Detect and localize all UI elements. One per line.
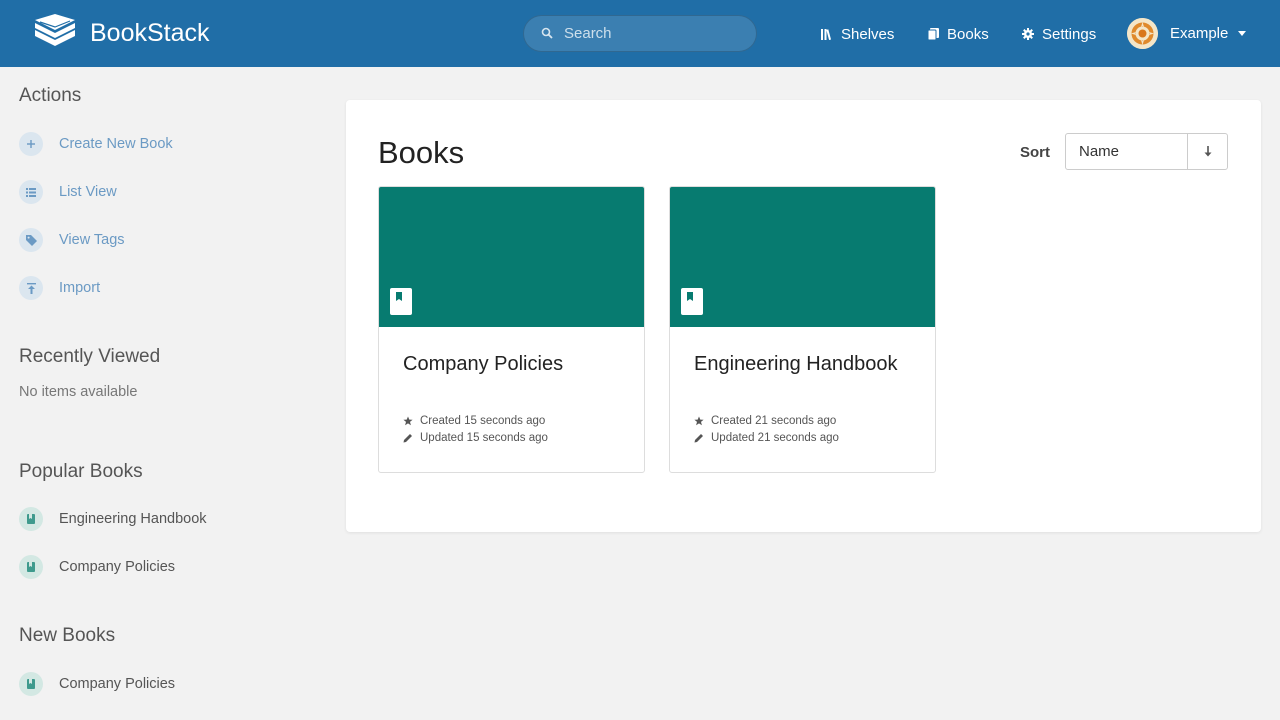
book-updated-text: Updated 15 seconds ago	[420, 432, 548, 444]
book-card-company-policies[interactable]: Company Policies Created 15 seconds ago …	[378, 186, 645, 473]
sort-label: Sort	[1020, 144, 1050, 161]
sort-control: Name	[1065, 133, 1228, 170]
pencil-icon	[694, 433, 704, 443]
create-new-book-link[interactable]: Create New Book	[19, 132, 173, 156]
search-icon	[541, 27, 553, 39]
app-logo[interactable]: BookStack	[34, 14, 210, 52]
nav-settings-label: Settings	[1042, 25, 1097, 43]
search-box[interactable]	[523, 15, 757, 52]
search-input[interactable]	[564, 16, 749, 51]
book-icon	[19, 507, 43, 531]
nav-books-label: Books	[947, 25, 989, 43]
book-created-text: Created 21 seconds ago	[711, 415, 837, 427]
top-header: BookStack Shelves Books Settings	[0, 0, 1280, 67]
chevron-down-icon	[1238, 31, 1247, 36]
sort-select[interactable]: Name	[1066, 134, 1187, 169]
avatar	[1127, 18, 1158, 49]
book-icon	[390, 288, 412, 315]
book-title: Engineering Handbook	[694, 353, 898, 375]
create-new-book-label: Create New Book	[59, 136, 173, 152]
popular-book-label: Engineering Handbook	[59, 511, 207, 527]
shelves-icon	[821, 28, 833, 40]
star-icon	[403, 416, 413, 426]
view-tags-label: View Tags	[59, 232, 125, 248]
book-icon	[19, 672, 43, 696]
gear-icon	[1022, 28, 1034, 40]
new-book-company-policies[interactable]: Company Policies	[19, 672, 175, 696]
recently-viewed-heading: Recently Viewed	[19, 346, 161, 367]
books-panel: Books Sort Name Company Policies Created…	[346, 100, 1261, 532]
plus-icon	[19, 132, 43, 156]
list-view-label: List View	[59, 184, 117, 200]
nav-books[interactable]: Books	[928, 24, 989, 44]
book-title: Company Policies	[403, 353, 564, 375]
pencil-icon	[403, 433, 413, 443]
recently-viewed-empty: No items available	[19, 384, 138, 400]
list-icon	[19, 180, 43, 204]
user-menu[interactable]: Example	[1127, 18, 1247, 49]
import-label: Import	[59, 280, 101, 296]
book-updated-text: Updated 21 seconds ago	[711, 432, 839, 444]
book-icon	[681, 288, 703, 315]
import-link[interactable]: Import	[19, 276, 100, 300]
upload-icon	[19, 276, 43, 300]
page-title: Books	[378, 135, 465, 170]
nav-shelves-label: Shelves	[841, 25, 895, 43]
user-name: Example	[1170, 25, 1229, 42]
nav-settings[interactable]: Settings	[1022, 24, 1096, 44]
book-updated: Updated 21 seconds ago	[694, 432, 839, 444]
popular-book-engineering-handbook[interactable]: Engineering Handbook	[19, 507, 207, 531]
book-card-engineering-handbook[interactable]: Engineering Handbook Created 21 seconds …	[669, 186, 936, 473]
book-created-text: Created 15 seconds ago	[420, 415, 546, 427]
star-icon	[694, 416, 704, 426]
nav-shelves[interactable]: Shelves	[821, 24, 894, 44]
app-name: BookStack	[90, 19, 210, 47]
view-tags-link[interactable]: View Tags	[19, 228, 125, 252]
book-created: Created 21 seconds ago	[694, 415, 836, 427]
new-books-heading: New Books	[19, 625, 116, 646]
books-icon	[928, 28, 939, 40]
arrow-down-icon	[1204, 146, 1211, 157]
book-updated: Updated 15 seconds ago	[403, 432, 548, 444]
book-cover	[670, 187, 935, 327]
popular-books-heading: Popular Books	[19, 461, 143, 482]
list-view-link[interactable]: List View	[19, 180, 117, 204]
popular-book-company-policies[interactable]: Company Policies	[19, 555, 175, 579]
popular-book-label: Company Policies	[59, 559, 176, 575]
bookstack-logo-icon	[35, 14, 75, 46]
tag-icon	[19, 228, 43, 252]
book-created: Created 15 seconds ago	[403, 415, 545, 427]
book-cover	[379, 187, 644, 327]
new-book-label: Company Policies	[59, 676, 176, 692]
actions-heading: Actions	[19, 85, 82, 106]
book-icon	[19, 555, 43, 579]
sort-direction-button[interactable]	[1187, 134, 1227, 169]
